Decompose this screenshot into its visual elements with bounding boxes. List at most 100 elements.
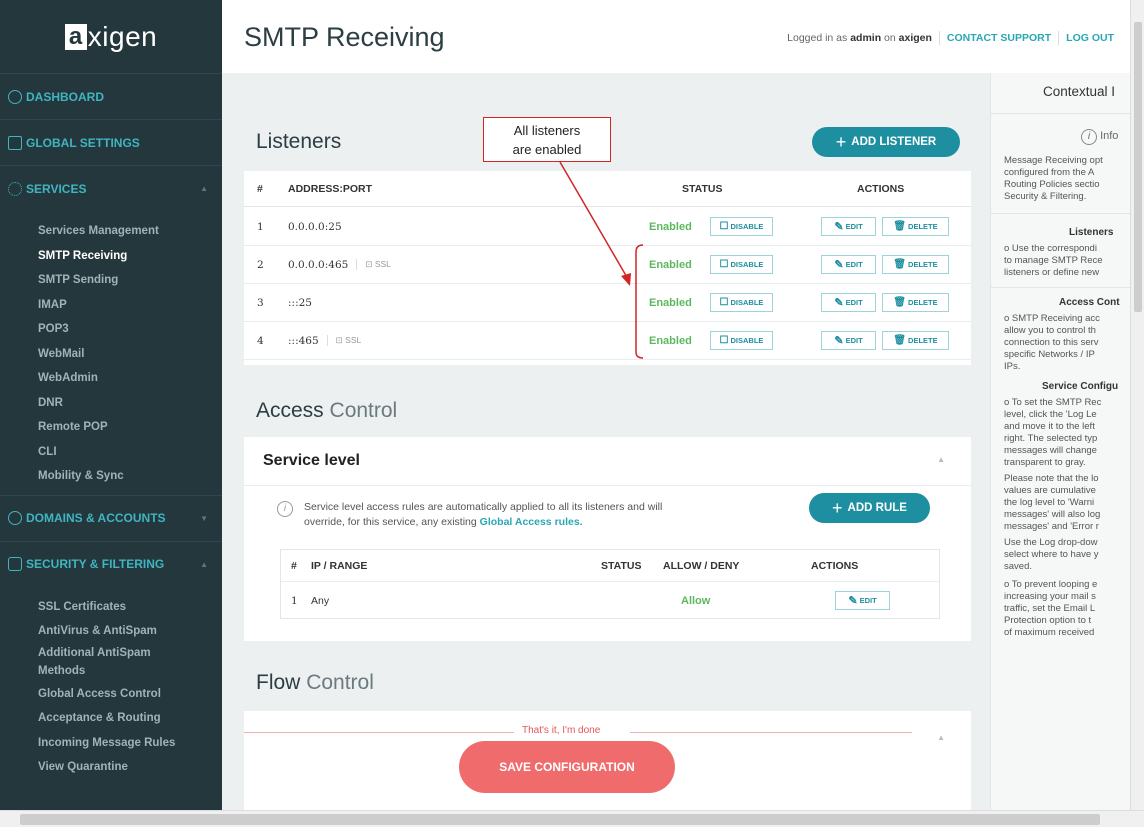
help-text-line: IPs. [1004,361,1021,372]
delete-button[interactable]: 🗑 DELETE [882,255,949,274]
sidebar-item-remote-pop[interactable]: Remote POP [0,415,222,440]
annotation-callout: All listeners are enabled [483,117,611,162]
col-status: STATUS [601,559,642,572]
sidebar-item-mobility-sync[interactable]: Mobility & Sync [0,464,222,489]
top-links: Logged in as admin on axigen CONTACT SUP… [787,31,1114,45]
help-text-line: and move it to the left [1004,421,1095,432]
axigen-logo[interactable]: a xigen [0,0,222,73]
help-text-line: values are cumulative [1004,485,1096,496]
sidebar-item-smtp-receiving[interactable]: SMTP Receiving [0,244,222,269]
scrollbar-thumb[interactable] [1134,22,1142,312]
delete-button[interactable]: 🗑 DELETE [882,331,949,350]
delete-cell: 🗑 DELETE [882,322,949,359]
logged-in-host: axigen [898,32,932,44]
sidebar-item-cli[interactable]: CLI [0,440,222,465]
checkbox-icon: ☐ [719,297,729,308]
add-rule-button[interactable]: + ADD RULE [809,493,930,523]
sidebar-item-additional-antispam[interactable]: Additional AntiSpam [0,644,222,662]
rule-edit-cell: ✎ EDIT [835,582,890,619]
sidebar-item-view-quarantine[interactable]: View Quarantine [0,755,222,780]
help-text-line: o SMTP Receiving acc [1004,313,1100,324]
callout-line: are enabled [512,142,582,157]
table-row: 1 Any Allow ✎ EDIT [281,582,939,619]
col-address: ADDRESS:PORT [288,182,373,195]
sidebar-section-services[interactable]: SERVICES ▲ [0,165,222,211]
help-text-line: allow you to control th [1004,325,1096,336]
service-level-panel: Service level ▲ i Service level access r… [244,437,971,641]
sidebar-section-label: SERVICES [26,181,87,196]
info-label: Info [1100,130,1119,142]
edit-button[interactable]: ✎ EDIT [821,331,876,350]
divider [991,287,1130,288]
delete-button[interactable]: 🗑 DELETE [882,217,949,236]
edit-rule-button[interactable]: ✎ EDIT [835,591,890,610]
dashboard-icon [8,89,22,104]
delete-label: DELETE [908,222,938,231]
sidebar-section-security[interactable]: SECURITY & FILTERING ▲ [0,540,222,587]
sidebar-item-imap[interactable]: IMAP [0,293,222,318]
title-bold: Flow [256,671,301,694]
disable-button[interactable]: ☐ DISABLE [710,331,773,350]
listener-address: 0.0.0.0:25 [288,220,342,233]
disable-cell: ☐ DISABLE [710,284,773,321]
domains-icon [8,511,22,525]
sidebar-item-ssl-certificates[interactable]: SSL Certificates [0,595,222,620]
sidebar-item-webadmin[interactable]: WebAdmin [0,366,222,391]
help-text-line: saved. [1004,561,1032,572]
col-status: STATUS [682,182,723,195]
sidebar-item-incoming-message-rules[interactable]: Incoming Message Rules [0,731,222,756]
sidebar-section-dashboard[interactable]: DASHBOARD [0,73,222,119]
info-icon: i [277,501,293,517]
pencil-icon: ✎ [834,221,844,233]
rules-table: # IP / RANGE STATUS ALLOW / DENY ACTIONS… [280,549,940,619]
sidebar-item-dnr[interactable]: DNR [0,391,222,416]
sidebar-item-acceptance-routing[interactable]: Acceptance & Routing [0,706,222,731]
col-actions: ACTIONS [811,559,859,572]
contact-support-link[interactable]: CONTACT SUPPORT [947,32,1051,44]
flow-control-title: Flow Control [256,671,374,695]
help-text-line: specific Networks / IP [1004,349,1095,360]
global-access-rules-link[interactable]: Global Access rules. [480,516,583,528]
help-text-line: of maximum received [1004,627,1095,638]
sidebar-section-global-settings[interactable]: GLOBAL SETTINGS [0,119,222,165]
edit-button[interactable]: ✎ EDIT [821,217,876,236]
disable-button[interactable]: ☐ DISABLE [710,255,773,274]
col-num: # [291,559,297,572]
sidebar-section-domains[interactable]: DOMAINS & ACCOUNTS ▼ [0,494,222,541]
rule-ip: Any [311,594,330,607]
help-text-line: Security & Filtering. [1004,191,1087,202]
rule-allow: Allow [681,594,711,607]
sidebar-item-pop3[interactable]: POP3 [0,317,222,342]
edit-button[interactable]: ✎ EDIT [821,293,876,312]
scrollbar-thumb[interactable] [20,814,1100,825]
help-text-line: Please note that the lo [1004,473,1099,484]
collapse-icon[interactable]: ▲ [937,733,945,742]
sidebar-item-webmail[interactable]: WebMail [0,342,222,367]
callout-line: All listeners [513,123,581,138]
pencil-icon: ✎ [834,259,844,271]
table-row: 3:::25 Enabled ☐ DISABLE ✎ EDIT 🗑 DELETE [244,284,971,322]
delete-button[interactable]: 🗑 DELETE [882,293,949,312]
logout-link[interactable]: LOG OUT [1066,32,1114,44]
sidebar-item-global-access-control[interactable]: Global Access Control [0,682,222,707]
sidebar-item-services-management[interactable]: Services Management [0,219,222,244]
divider [244,732,514,733]
horizontal-scrollbar[interactable] [0,810,1144,827]
edit-button[interactable]: ✎ EDIT [821,255,876,274]
add-listener-button[interactable]: + ADD LISTENER [812,127,960,157]
vertical-scrollbar[interactable] [1130,0,1144,810]
delete-label: DELETE [908,298,938,307]
collapse-icon[interactable]: ▲ [937,455,945,464]
plus-icon: + [832,497,843,518]
disable-button[interactable]: ☐ DISABLE [710,293,773,312]
save-configuration-button[interactable]: SAVE CONFIGURATION [459,741,675,793]
sidebar-item-antivirus-antispam[interactable]: AntiVirus & AntiSpam [0,619,222,644]
service-level-title: Service level [263,452,360,469]
sidebar-item-additional-antispam-methods[interactable]: Methods [0,662,222,682]
help-text-line: to manage SMTP Rece [1004,255,1103,266]
sidebar-item-smtp-sending[interactable]: SMTP Sending [0,268,222,293]
help-text-line: Message Receiving opt [1004,155,1103,166]
col-allow-deny: ALLOW / DENY [663,559,740,572]
logged-in-on: on [884,32,896,44]
disable-button[interactable]: ☐ DISABLE [710,217,773,236]
